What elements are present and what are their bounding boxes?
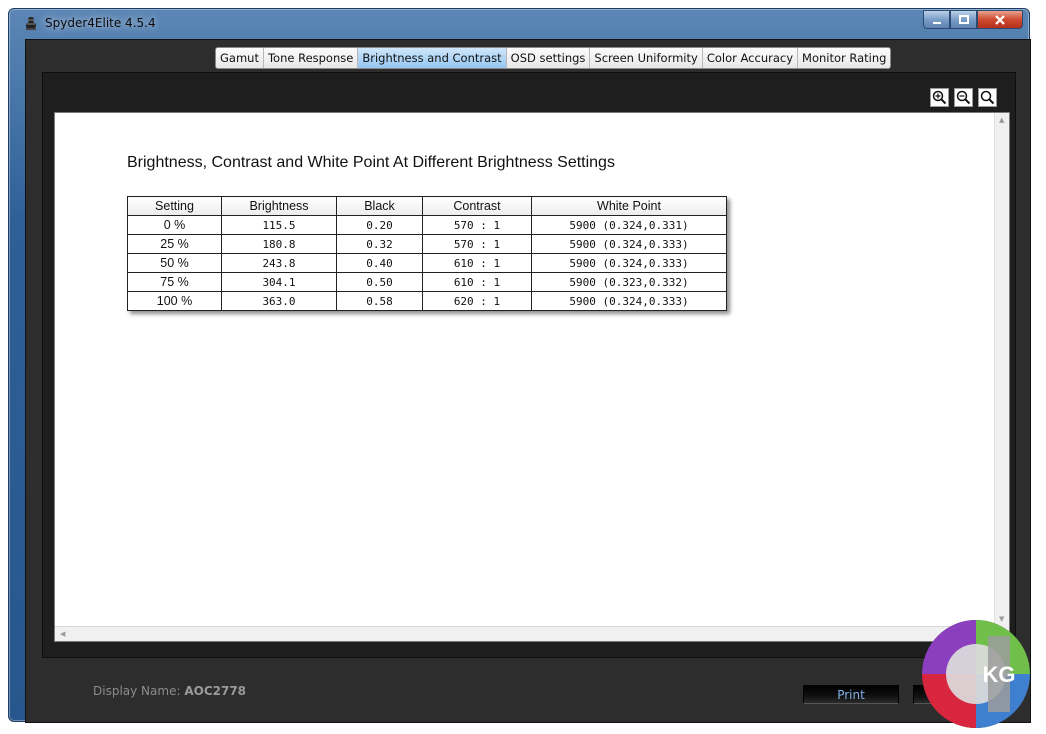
- cell-setting: 75 %: [127, 272, 222, 292]
- display-name-info: Display Name: AOC2778: [93, 684, 246, 698]
- minimize-button[interactable]: [923, 10, 950, 29]
- zoom-in-icon: [932, 90, 947, 105]
- cell-contrast: 620 : 1: [422, 291, 532, 311]
- tab-color-accuracy[interactable]: Color Accuracy: [702, 48, 799, 68]
- table-row: 0 % 115.5 0.20 570 : 1 5900 (0.324,0.331…: [127, 215, 727, 235]
- print-button[interactable]: Print: [803, 685, 899, 704]
- cell-black: 0.58: [336, 291, 423, 311]
- zoom-fit-icon: [980, 90, 995, 105]
- cell-brightness: 180.8: [221, 234, 337, 254]
- vertical-scrollbar[interactable]: ▲ ▼: [994, 113, 1009, 627]
- cell-white-point: 5900 (0.324,0.333): [531, 234, 727, 254]
- window-controls: [923, 10, 1023, 30]
- spyder-app-icon: [25, 17, 37, 30]
- report-tabs: Gamut Tone Response Brightness and Contr…: [215, 47, 892, 69]
- maximize-icon: [958, 14, 969, 24]
- cell-brightness: 363.0: [221, 291, 337, 311]
- display-name-value: AOC2778: [184, 684, 247, 698]
- cell-contrast: 570 : 1: [422, 234, 532, 254]
- cell-setting: 100 %: [127, 291, 222, 311]
- table-row: 50 % 243.8 0.40 610 : 1 5900 (0.324,0.33…: [127, 253, 727, 273]
- cell-brightness: 115.5: [221, 215, 337, 235]
- maximize-button[interactable]: [950, 10, 977, 29]
- cell-brightness: 243.8: [221, 253, 337, 273]
- cell-white-point: 5900 (0.324,0.331): [531, 215, 727, 235]
- table-row: 75 % 304.1 0.50 610 : 1 5900 (0.323,0.33…: [127, 272, 727, 292]
- table-header-row: Setting Brightness Black Contrast White …: [127, 196, 727, 216]
- col-header-brightness: Brightness: [221, 196, 337, 216]
- cell-setting: 50 %: [127, 253, 222, 273]
- col-header-setting: Setting: [127, 196, 222, 216]
- col-header-white-point: White Point: [531, 196, 727, 216]
- tab-gamut[interactable]: Gamut: [216, 48, 264, 68]
- cell-setting: 0 %: [127, 215, 222, 235]
- table-row: 100 % 363.0 0.58 620 : 1 5900 (0.324,0.3…: [127, 291, 727, 311]
- watermark-text: KG: [983, 662, 1016, 687]
- report-title: Brightness, Contrast and White Point At …: [127, 154, 615, 171]
- results-table: Setting Brightness Black Contrast White …: [127, 196, 727, 311]
- zoom-out-icon: [956, 90, 971, 105]
- report-viewport: Brightness, Contrast and White Point At …: [54, 112, 1010, 642]
- title-bar: Spyder4Elite 4.5.4: [9, 9, 1029, 39]
- cell-contrast: 570 : 1: [422, 215, 532, 235]
- tab-monitor-rating[interactable]: Monitor Rating: [798, 48, 891, 68]
- cell-white-point: 5900 (0.324,0.333): [531, 291, 727, 311]
- cell-black: 0.20: [336, 215, 423, 235]
- col-header-black: Black: [336, 196, 423, 216]
- col-header-contrast: Contrast: [422, 196, 532, 216]
- close-window-button[interactable]: [977, 10, 1023, 29]
- cell-white-point: 5900 (0.323,0.332): [531, 272, 727, 292]
- cell-brightness: 304.1: [221, 272, 337, 292]
- tab-osd-settings[interactable]: OSD settings: [506, 48, 591, 68]
- display-name-label: Display Name:: [93, 684, 181, 698]
- horizontal-scrollbar[interactable]: ◀ ▶: [55, 626, 995, 641]
- report-panel: Brightness, Contrast and White Point At …: [42, 72, 1016, 658]
- cell-black: 0.40: [336, 253, 423, 273]
- zoom-out-button[interactable]: [954, 88, 973, 107]
- window-title: Spyder4Elite 4.5.4: [45, 16, 156, 30]
- client-area: Gamut Tone Response Brightness and Contr…: [25, 39, 1031, 723]
- cell-black: 0.32: [336, 234, 423, 254]
- tab-brightness-and-contrast[interactable]: Brightness and Contrast: [358, 48, 507, 68]
- zoom-fit-button[interactable]: [978, 88, 997, 107]
- tab-tone-response[interactable]: Tone Response: [263, 48, 359, 68]
- close-icon: [995, 14, 1005, 25]
- table-row: 25 % 180.8 0.32 570 : 1 5900 (0.324,0.33…: [127, 234, 727, 254]
- cell-contrast: 610 : 1: [422, 253, 532, 273]
- scroll-left-icon[interactable]: ◀: [60, 631, 65, 638]
- cell-setting: 25 %: [127, 234, 222, 254]
- cell-white-point: 5900 (0.324,0.333): [531, 253, 727, 273]
- scroll-up-icon[interactable]: ▲: [999, 117, 1004, 124]
- cell-contrast: 610 : 1: [422, 272, 532, 292]
- app-window: Spyder4Elite 4.5.4 Gamut Tone Response B…: [8, 8, 1031, 723]
- cell-black: 0.50: [336, 272, 423, 292]
- results-table-container: Setting Brightness Black Contrast White …: [127, 196, 727, 311]
- zoom-toolbar: [930, 88, 997, 107]
- zoom-in-button[interactable]: [930, 88, 949, 107]
- minimize-icon: [932, 21, 941, 24]
- tab-screen-uniformity[interactable]: Screen Uniformity: [590, 48, 703, 68]
- kg-watermark-logo: KG: [922, 620, 1030, 728]
